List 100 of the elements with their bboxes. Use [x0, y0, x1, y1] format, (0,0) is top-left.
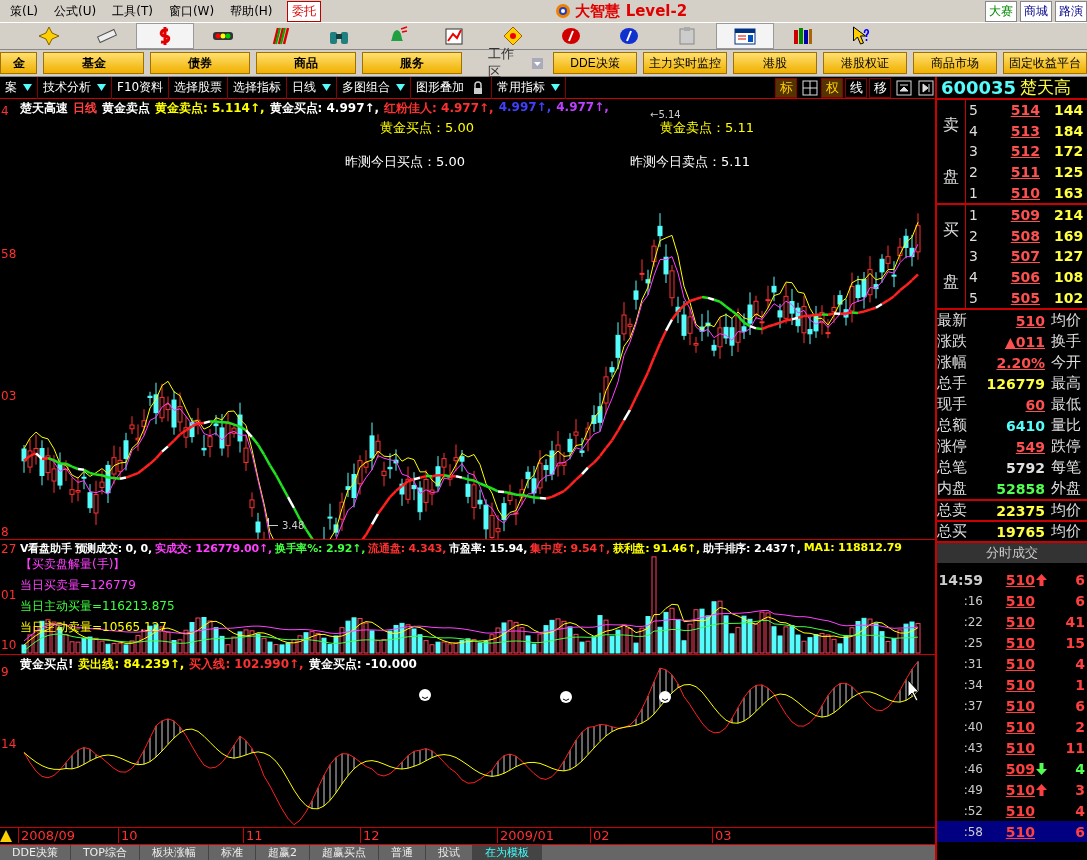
stat-label: 总笔: [937, 458, 968, 477]
trade-volume: 6: [1074, 571, 1086, 588]
legend-text: 4.977↑,: [556, 100, 609, 116]
trade-row[interactable]: :46 509 4: [937, 758, 1087, 779]
stat-label: 总额: [937, 416, 968, 435]
stat-label: 跌停: [1051, 437, 1082, 456]
trade-price: 510: [1004, 676, 1035, 693]
view-button[interactable]: 移: [869, 77, 891, 98]
quick-button[interactable]: 主力实时监控: [643, 52, 727, 74]
template-tab[interactable]: 投试: [425, 845, 473, 860]
legend-text: 楚天高速: [20, 100, 68, 117]
stat-label: 最高: [1051, 374, 1082, 393]
toolbar-tab[interactable]: F10资料: [112, 76, 170, 99]
trade-row[interactable]: :40 510 2: [937, 716, 1087, 737]
toolbar-tab[interactable]: 日线: [287, 76, 338, 99]
legend-text: 黄金卖点: [102, 100, 150, 117]
order-volume: 144: [1053, 102, 1085, 119]
menu-item[interactable]: 工具(T): [104, 2, 161, 20]
trade-row[interactable]: :37 510 6: [937, 695, 1087, 716]
stat-value: 22375: [995, 502, 1046, 519]
view-button[interactable]: 权: [821, 77, 843, 98]
template-tab[interactable]: 在为模板: [472, 845, 542, 860]
toolbar-tab[interactable]: 选择股票: [169, 76, 229, 99]
quick-button[interactable]: DDE决策: [553, 52, 637, 74]
top-link[interactable]: 路演: [1055, 0, 1087, 22]
order-volume: 102: [1053, 289, 1085, 306]
order-price: 512: [1009, 143, 1040, 160]
toolbar-tab[interactable]: 常用指标: [492, 76, 567, 99]
template-tab[interactable]: 超赢买点: [309, 845, 379, 860]
stat-value: 19765: [995, 523, 1046, 540]
legend-text: 预测成交: 0, 0,: [74, 541, 153, 556]
template-tab[interactable]: 板块涨幅: [139, 845, 209, 860]
template-tab[interactable]: TOP综合: [70, 845, 140, 860]
legend-text: 黄金买点: 4.997↑,: [269, 100, 380, 117]
trade-row[interactable]: :58 510 6: [937, 821, 1087, 842]
legend-text: 红粉佳人: 4.977↑,: [384, 100, 494, 117]
trade-row[interactable]: :49 510 3: [937, 779, 1087, 800]
trade-volume: 6: [1074, 697, 1086, 714]
quick-button[interactable]: 港股: [733, 52, 817, 74]
toolbar-tab[interactable]: 技术分析: [38, 76, 112, 99]
stat-value: ▲011: [1004, 333, 1046, 350]
trade-volume: 3: [1074, 781, 1086, 798]
quick-button[interactable]: 债券: [149, 52, 250, 74]
template-tab[interactable]: 超赢2: [255, 845, 310, 860]
legend-text: 流通盘: 4.343,: [368, 541, 447, 556]
stat-label: 最新: [937, 311, 968, 330]
quick-button[interactable]: 港股权证: [823, 52, 907, 74]
legend-text: 集中度: 9.54↑,: [530, 541, 610, 556]
menu-item[interactable]: 窗口(W): [160, 2, 223, 20]
quick-button[interactable]: 商品: [255, 52, 356, 74]
trade-row[interactable]: :34 510 1: [937, 674, 1087, 695]
quick-button[interactable]: 金: [0, 52, 38, 74]
toolbar-tab[interactable]: 图形叠加: [411, 76, 493, 99]
template-tab[interactable]: DDE决策: [0, 845, 71, 860]
trade-row[interactable]: :31 510 4: [937, 653, 1087, 674]
template-tab[interactable]: 标准: [208, 845, 256, 860]
trade-row[interactable]: :22 510 41: [937, 611, 1087, 632]
trade-volume: 41: [1064, 613, 1086, 630]
toolbar-tab[interactable]: 案: [0, 76, 38, 99]
stat-label: 外盘: [1051, 479, 1082, 498]
trade-price: 510: [1004, 613, 1035, 630]
stat-label: 现手: [937, 395, 968, 414]
date-label: 2009/01: [497, 828, 554, 843]
stat-label: 换手: [1051, 332, 1082, 351]
quick-button[interactable]: 服务: [361, 52, 462, 74]
quick-button[interactable]: 商品市场: [913, 52, 997, 74]
quick-button[interactable]: 固定收益平台: [1003, 52, 1087, 74]
stat-label: 总手: [937, 374, 968, 393]
trade-price: 510: [1004, 655, 1035, 672]
trade-row[interactable]: 14:59 510 6: [937, 569, 1087, 590]
menu-item[interactable]: 帮助(H): [222, 2, 281, 20]
trade-button[interactable]: 委托: [286, 0, 321, 22]
order-volume: 163: [1053, 184, 1085, 201]
template-tab[interactable]: 普通: [378, 845, 426, 860]
order-rank: 2: [968, 164, 979, 181]
toolbar-tab[interactable]: 选择指标: [228, 76, 288, 99]
trade-price: 510: [1004, 697, 1035, 714]
view-button[interactable]: 标: [775, 77, 797, 98]
order-rank: 1: [968, 184, 979, 201]
toolbar-tab[interactable]: 多图组合: [337, 76, 412, 99]
menu-item[interactable]: 公式(U): [46, 2, 105, 20]
top-link[interactable]: 商城: [1020, 0, 1052, 22]
trade-row[interactable]: :52 510 4: [937, 800, 1087, 821]
quick-button[interactable]: 基金: [43, 52, 144, 74]
trades-header: 分时成交: [937, 541, 1087, 563]
trade-row[interactable]: :16 510 6: [937, 590, 1087, 611]
date-label: 10: [118, 828, 138, 843]
legend-text: 黄金买点!: [20, 656, 74, 673]
trade-time: :58: [962, 824, 983, 839]
menu-item[interactable]: 策(L): [2, 2, 47, 20]
view-button[interactable]: 线: [845, 77, 867, 98]
legend-text: 助手排序: 2.437↑,: [702, 541, 801, 556]
trade-row[interactable]: :25 510 15: [937, 632, 1087, 653]
trade-time: :46: [962, 761, 983, 776]
stat-label: 涨跌: [937, 332, 968, 351]
trade-time: 14:59: [937, 571, 983, 588]
date-label: 02: [590, 828, 610, 843]
trade-row[interactable]: :43 510 11: [937, 737, 1087, 758]
chart-annotation: 黄金卖点：5.11: [660, 119, 754, 137]
top-link[interactable]: 大赛: [985, 0, 1017, 22]
